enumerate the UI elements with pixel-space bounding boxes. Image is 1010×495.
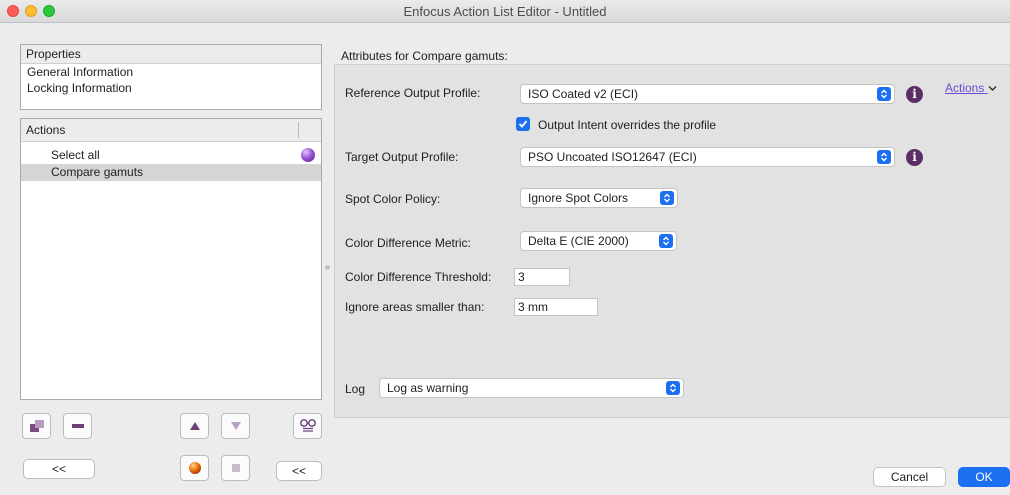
move-up-button[interactable] xyxy=(180,413,209,439)
title-bar: Enfocus Action List Editor - Untitled xyxy=(0,0,1010,23)
status-orb-icon xyxy=(301,148,315,162)
actions-menu-link[interactable]: Actions xyxy=(945,81,997,95)
stop-icon xyxy=(231,464,240,472)
chevron-updown-icon xyxy=(877,87,891,101)
actions-header: Actions xyxy=(21,119,321,142)
duplicate-action-button[interactable] xyxy=(22,413,51,439)
ignore-areas-label: Ignore areas smaller than: xyxy=(345,300,485,314)
chevron-updown-icon xyxy=(660,191,674,205)
arrow-down-icon xyxy=(230,422,241,430)
window-title: Enfocus Action List Editor - Untitled xyxy=(403,4,607,19)
chevron-updown-icon xyxy=(666,381,680,395)
arrow-up-icon xyxy=(189,422,200,430)
reference-profile-select[interactable]: ISO Coated v2 (ECI) xyxy=(520,84,895,104)
actions-panel: Actions Select all Compare gamuts xyxy=(20,118,322,400)
log-value: Log as warning xyxy=(387,381,469,395)
reference-profile-label: Reference Output Profile: xyxy=(345,86,481,100)
chevron-updown-icon xyxy=(659,234,673,248)
action-item-select-all[interactable]: Select all xyxy=(21,147,321,164)
orange-orb-icon xyxy=(188,462,201,474)
action-item-label: Select all xyxy=(51,148,100,162)
actions-header-label: Actions xyxy=(26,123,66,137)
properties-item-locking[interactable]: Locking Information xyxy=(21,80,321,96)
reference-profile-value: ISO Coated v2 (ECI) xyxy=(528,87,639,101)
collapse-left-button[interactable]: << xyxy=(23,459,95,479)
target-profile-value: PSO Uncoated ISO12647 (ECI) xyxy=(528,150,697,164)
target-profile-label: Target Output Profile: xyxy=(345,150,459,164)
glasses-icon xyxy=(299,419,316,432)
spot-color-policy-value: Ignore Spot Colors xyxy=(528,191,629,205)
preview-button[interactable] xyxy=(293,413,322,439)
spot-color-policy-select[interactable]: Ignore Spot Colors xyxy=(520,188,678,208)
collapse-right-button[interactable]: << xyxy=(276,461,322,481)
color-difference-metric-value: Delta E (CIE 2000) xyxy=(528,234,629,248)
color-difference-threshold-label: Color Difference Threshold: xyxy=(345,270,492,284)
color-difference-threshold-input[interactable]: 3 xyxy=(514,268,570,286)
checkmark-icon xyxy=(518,120,528,128)
info-icon[interactable]: i xyxy=(906,86,923,103)
chevron-updown-icon xyxy=(877,150,891,164)
ok-button[interactable]: OK xyxy=(958,467,1010,487)
remove-action-button[interactable] xyxy=(63,413,92,439)
properties-header: Properties xyxy=(21,45,321,64)
attributes-title: Attributes for Compare gamuts: xyxy=(341,49,508,63)
run-button[interactable] xyxy=(180,455,209,481)
minus-icon xyxy=(71,424,84,428)
spot-color-policy-label: Spot Color Policy: xyxy=(345,192,441,206)
splitter-handle[interactable] xyxy=(325,265,330,270)
action-item-label: Compare gamuts xyxy=(51,165,144,179)
header-separator xyxy=(298,122,299,138)
action-item-compare-gamuts[interactable]: Compare gamuts xyxy=(21,164,321,181)
properties-panel: Properties General Information Locking I… xyxy=(20,44,322,110)
output-intent-checkbox[interactable] xyxy=(516,117,530,131)
target-profile-select[interactable]: PSO Uncoated ISO12647 (ECI) xyxy=(520,147,895,167)
output-intent-label: Output Intent overrides the profile xyxy=(538,118,717,132)
color-difference-metric-select[interactable]: Delta E (CIE 2000) xyxy=(520,231,677,251)
app-window: Enfocus Action List Editor - Untitled Pr… xyxy=(0,0,1010,495)
properties-item-general[interactable]: General Information xyxy=(21,64,321,80)
color-difference-metric-label: Color Difference Metric: xyxy=(345,236,471,250)
move-down-button[interactable] xyxy=(221,413,250,439)
ignore-areas-input[interactable]: 3 mm xyxy=(514,298,598,316)
chevron-down-icon xyxy=(988,86,997,92)
log-select[interactable]: Log as warning xyxy=(379,378,684,398)
cancel-button[interactable]: Cancel xyxy=(873,467,946,487)
duplicate-icon xyxy=(29,420,44,432)
actions-link-label: Actions xyxy=(945,81,985,95)
info-icon[interactable]: i xyxy=(906,149,923,166)
log-label: Log xyxy=(345,382,366,396)
stop-button[interactable] xyxy=(221,455,250,481)
